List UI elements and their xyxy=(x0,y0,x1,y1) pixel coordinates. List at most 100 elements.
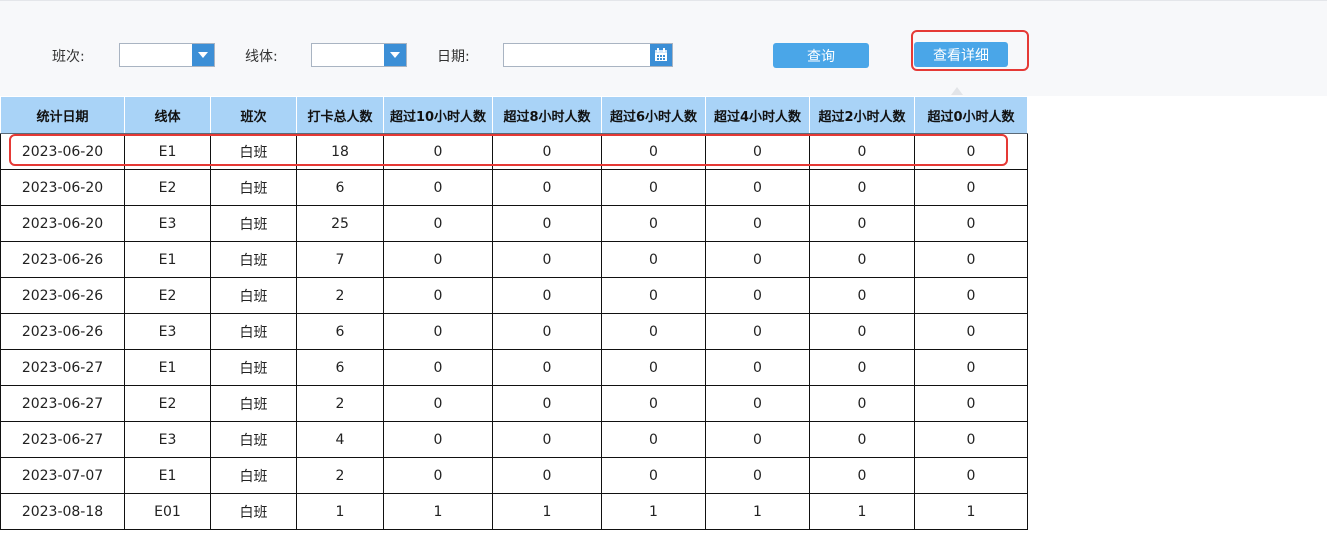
cell-over-8h: 0 xyxy=(492,349,602,386)
cell-date: 2023-06-27 xyxy=(0,385,125,422)
cell-line: E2 xyxy=(124,277,211,314)
chevron-down-icon[interactable] xyxy=(192,44,214,66)
cell-total: 2 xyxy=(296,385,384,422)
cell-date: 2023-06-26 xyxy=(0,241,125,278)
table-row[interactable]: 2023-06-26 E2 白班 2 0 0 0 0 0 0 xyxy=(0,277,1028,314)
shift-select[interactable] xyxy=(119,43,215,67)
cell-date: 2023-08-18 xyxy=(0,493,125,530)
cell-total: 7 xyxy=(296,241,384,278)
header-over-8h[interactable]: 超过8小时人数 xyxy=(492,96,602,134)
calendar-icon[interactable] xyxy=(650,44,672,66)
cell-over-4h: 0 xyxy=(705,421,810,458)
cell-shift: 白班 xyxy=(210,457,297,494)
cell-over-6h: 0 xyxy=(601,349,706,386)
cell-over-8h: 0 xyxy=(492,169,602,206)
table-row[interactable]: 2023-06-27 E2 白班 2 0 0 0 0 0 0 xyxy=(0,385,1028,422)
cell-total: 25 xyxy=(296,205,384,242)
cell-shift: 白班 xyxy=(210,277,297,314)
header-over-6h[interactable]: 超过6小时人数 xyxy=(601,96,706,134)
shift-label: 班次: xyxy=(52,49,85,65)
table-row[interactable]: 2023-07-07 E1 白班 2 0 0 0 0 0 0 xyxy=(0,457,1028,494)
cell-over-2h: 0 xyxy=(809,169,915,206)
line-select[interactable] xyxy=(311,43,407,67)
cell-over-10h: 0 xyxy=(383,277,493,314)
cell-over-4h: 0 xyxy=(705,457,810,494)
cell-over-0h: 0 xyxy=(914,205,1028,242)
cell-line: E3 xyxy=(124,313,211,350)
cell-over-6h: 0 xyxy=(601,457,706,494)
view-details-button[interactable]: 查看详细 xyxy=(914,42,1008,67)
cell-over-4h: 0 xyxy=(705,313,810,350)
cell-over-4h: 0 xyxy=(705,349,810,386)
cell-date: 2023-06-20 xyxy=(0,133,125,170)
header-line[interactable]: 线体 xyxy=(124,96,211,134)
cell-over-6h: 0 xyxy=(601,205,706,242)
cell-shift: 白班 xyxy=(210,421,297,458)
chevron-down-icon[interactable] xyxy=(384,44,406,66)
cell-shift: 白班 xyxy=(210,241,297,278)
cell-line: E2 xyxy=(124,169,211,206)
cell-date: 2023-06-20 xyxy=(0,169,125,206)
cell-over-0h: 0 xyxy=(914,313,1028,350)
header-over-10h[interactable]: 超过10小时人数 xyxy=(383,96,493,134)
table-row[interactable]: 2023-06-20 E3 白班 25 0 0 0 0 0 0 xyxy=(0,205,1028,242)
cell-over-0h: 1 xyxy=(914,493,1028,530)
tooltip-pointer xyxy=(951,87,963,95)
cell-over-6h: 0 xyxy=(601,385,706,422)
cell-over-8h: 0 xyxy=(492,277,602,314)
cell-line: E1 xyxy=(124,349,211,386)
cell-shift: 白班 xyxy=(210,133,297,170)
cell-total: 2 xyxy=(296,277,384,314)
cell-over-4h: 0 xyxy=(705,133,810,170)
cell-over-2h: 0 xyxy=(809,349,915,386)
cell-date: 2023-06-26 xyxy=(0,313,125,350)
header-over-2h[interactable]: 超过2小时人数 xyxy=(809,96,915,134)
cell-over-6h: 0 xyxy=(601,421,706,458)
cell-over-0h: 0 xyxy=(914,133,1028,170)
line-label: 线体: xyxy=(245,49,278,65)
header-date[interactable]: 统计日期 xyxy=(0,96,125,134)
cell-shift: 白班 xyxy=(210,349,297,386)
cell-line: E01 xyxy=(124,493,211,530)
table-row[interactable]: 2023-08-18 E01 白班 1 1 1 1 1 1 1 xyxy=(0,493,1028,530)
cell-over-8h: 0 xyxy=(492,421,602,458)
header-shift[interactable]: 班次 xyxy=(210,96,297,134)
cell-total: 6 xyxy=(296,313,384,350)
header-over-4h[interactable]: 超过4小时人数 xyxy=(705,96,810,134)
table-row[interactable]: 2023-06-26 E3 白班 6 0 0 0 0 0 0 xyxy=(0,313,1028,350)
cell-over-0h: 0 xyxy=(914,457,1028,494)
table-row[interactable]: 2023-06-27 E1 白班 6 0 0 0 0 0 0 xyxy=(0,349,1028,386)
cell-over-8h: 0 xyxy=(492,385,602,422)
cell-line: E1 xyxy=(124,133,211,170)
cell-over-2h: 0 xyxy=(809,133,915,170)
cell-shift: 白班 xyxy=(210,169,297,206)
filter-toolbar: 班次: 线体: 日期: 查询 查看详细 xyxy=(0,0,1327,96)
query-button[interactable]: 查询 xyxy=(773,43,869,68)
cell-over-4h: 0 xyxy=(705,241,810,278)
table-row[interactable]: 2023-06-27 E3 白班 4 0 0 0 0 0 0 xyxy=(0,421,1028,458)
table-row[interactable]: 2023-06-20 E1 白班 18 0 0 0 0 0 0 xyxy=(0,133,1028,170)
cell-over-8h: 0 xyxy=(492,205,602,242)
cell-over-10h: 0 xyxy=(383,133,493,170)
header-over-0h[interactable]: 超过0小时人数 xyxy=(914,96,1028,134)
header-total[interactable]: 打卡总人数 xyxy=(296,96,384,134)
cell-shift: 白班 xyxy=(210,205,297,242)
cell-over-10h: 0 xyxy=(383,205,493,242)
cell-over-2h: 0 xyxy=(809,205,915,242)
table-row[interactable]: 2023-06-20 E2 白班 6 0 0 0 0 0 0 xyxy=(0,169,1028,206)
date-input[interactable] xyxy=(503,43,673,67)
cell-over-4h: 0 xyxy=(705,169,810,206)
cell-over-8h: 0 xyxy=(492,457,602,494)
table-row[interactable]: 2023-06-26 E1 白班 7 0 0 0 0 0 0 xyxy=(0,241,1028,278)
cell-over-0h: 0 xyxy=(914,169,1028,206)
cell-over-2h: 0 xyxy=(809,457,915,494)
cell-total: 18 xyxy=(296,133,384,170)
cell-shift: 白班 xyxy=(210,313,297,350)
cell-over-10h: 0 xyxy=(383,241,493,278)
cell-date: 2023-07-07 xyxy=(0,457,125,494)
cell-line: E1 xyxy=(124,457,211,494)
cell-date: 2023-06-20 xyxy=(0,205,125,242)
cell-over-2h: 1 xyxy=(809,493,915,530)
cell-over-2h: 0 xyxy=(809,385,915,422)
cell-shift: 白班 xyxy=(210,385,297,422)
